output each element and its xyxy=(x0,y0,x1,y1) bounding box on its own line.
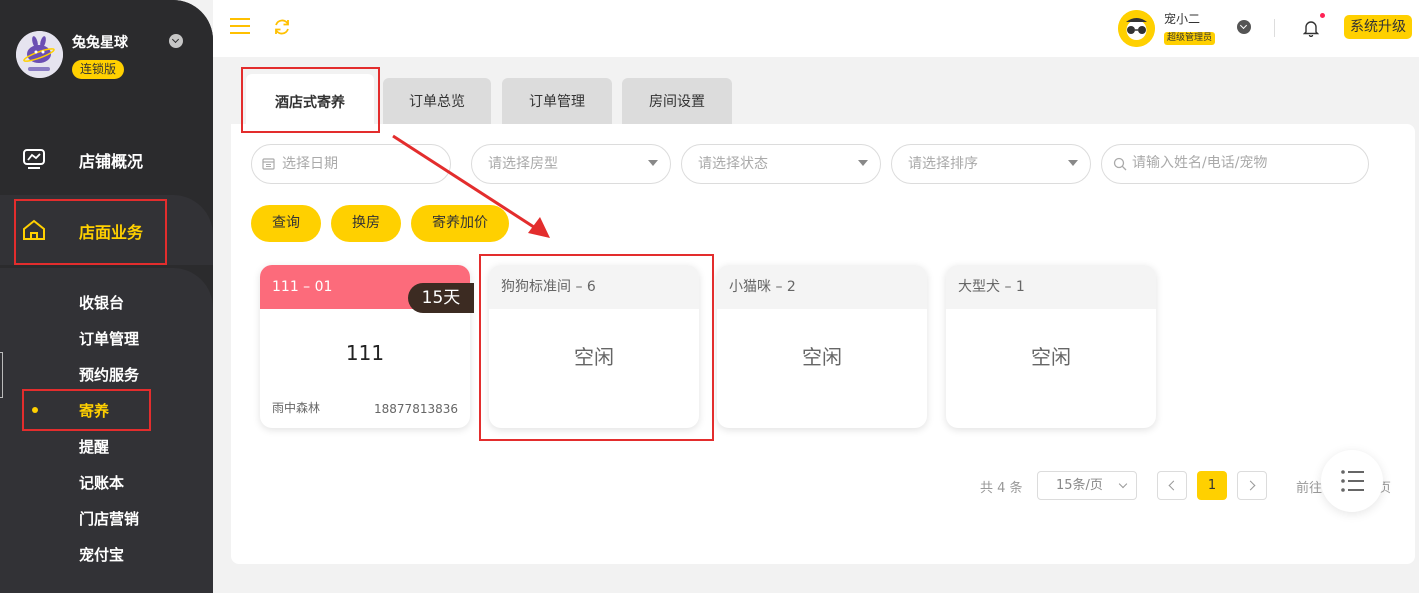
room-card-status: 111 xyxy=(345,341,385,365)
sub-nav-appointments[interactable]: 预约服务 xyxy=(79,364,139,385)
query-button[interactable]: 查询 xyxy=(251,205,321,242)
room-card-status: 空闲 xyxy=(802,345,842,369)
brand-edition-badge: 连锁版 xyxy=(72,60,125,79)
refresh-icon[interactable] xyxy=(272,17,292,37)
header-divider xyxy=(1274,19,1275,37)
search-field[interactable] xyxy=(1101,144,1369,184)
pagination-goto-label: 前往 xyxy=(1296,481,1323,496)
brand-name: 兔兔星球 xyxy=(72,35,128,51)
tab-order-management[interactable]: 订单管理 xyxy=(502,78,612,124)
sub-nav-cashier[interactable]: 收银台 xyxy=(79,292,124,313)
stay-days-badge: 15天 xyxy=(408,283,474,313)
sub-nav-ledger[interactable]: 记账本 xyxy=(79,472,124,493)
bell-icon[interactable] xyxy=(1303,19,1319,37)
next-page-button[interactable] xyxy=(1237,471,1267,500)
nav-store-overview-label: 店铺概况 xyxy=(79,152,144,171)
status-placeholder: 请选择状态 xyxy=(698,156,768,172)
brand-logo xyxy=(16,31,63,78)
sub-nav-orders[interactable]: 订单管理 xyxy=(79,328,139,349)
room-card[interactable]: 大型犬 – 1 空闲 xyxy=(946,265,1156,428)
monitor-icon xyxy=(23,149,45,169)
sort-select[interactable]: 请选择排序 xyxy=(891,144,1091,184)
date-picker-placeholder: 选择日期 xyxy=(282,156,338,172)
menu-icon[interactable] xyxy=(230,18,250,34)
nav-store-overview[interactable]: 店铺概况 xyxy=(0,124,213,194)
prev-page-button[interactable] xyxy=(1157,471,1187,500)
sub-nav-marketing[interactable]: 门店营销 xyxy=(79,508,139,529)
list-menu-fab[interactable] xyxy=(1321,450,1383,512)
user-role-badge: 超级管理员 xyxy=(1164,32,1216,45)
pagination-total: 共 4 条 xyxy=(980,481,1023,496)
room-card-customer: 雨中森林 xyxy=(272,401,321,415)
annotation-box-boarding xyxy=(22,389,151,431)
annotation-arrow xyxy=(392,134,550,238)
room-card-phone: 18877813836 xyxy=(374,402,458,416)
upgrade-button[interactable]: 系统升级 xyxy=(1344,15,1412,39)
user-avatar-icon xyxy=(1118,10,1155,47)
calendar-icon xyxy=(262,158,275,170)
status-select[interactable]: 请选择状态 xyxy=(681,144,881,184)
current-page-button[interactable]: 1 xyxy=(1197,471,1227,500)
chevron-down-icon[interactable] xyxy=(1237,20,1251,34)
tab-room-settings[interactable]: 房间设置 xyxy=(622,78,732,124)
caret-down-icon xyxy=(1068,160,1078,166)
user-name: 宠小二 xyxy=(1164,12,1201,26)
search-icon xyxy=(1113,157,1127,171)
room-card-status: 空闲 xyxy=(1031,345,1071,369)
chevron-down-icon[interactable] xyxy=(169,34,183,48)
room-card-title: 大型犬 – 1 xyxy=(946,265,1156,309)
annotation-box-tab xyxy=(241,67,380,133)
annotation-box-store-business xyxy=(14,199,167,265)
list-icon xyxy=(1341,470,1364,492)
search-input[interactable] xyxy=(1132,155,1352,171)
room-card-title: 小猫咪 – 2 xyxy=(717,265,927,309)
tab-order-overview[interactable]: 订单总览 xyxy=(383,78,491,124)
annotation-box-room-card xyxy=(479,254,714,441)
sub-nav-pay[interactable]: 宠付宝 xyxy=(79,544,124,565)
page-size-select[interactable]: 15条/页 xyxy=(1037,471,1137,500)
avatar[interactable] xyxy=(1118,10,1155,47)
room-card[interactable]: 小猫咪 – 2 空闲 xyxy=(717,265,927,428)
window-edge-mark xyxy=(0,352,3,398)
notification-dot xyxy=(1320,13,1325,18)
sub-nav-reminders[interactable]: 提醒 xyxy=(79,436,109,457)
rabbit-planet-icon xyxy=(16,31,63,78)
caret-down-icon xyxy=(648,160,658,166)
caret-down-icon xyxy=(858,160,868,166)
sort-placeholder: 请选择排序 xyxy=(908,156,978,172)
